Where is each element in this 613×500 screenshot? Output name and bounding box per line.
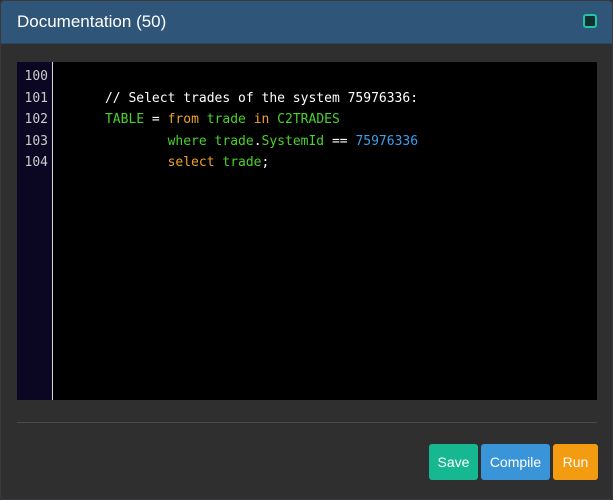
run-button[interactable]: Run bbox=[553, 444, 598, 480]
line-number: 101 bbox=[24, 90, 48, 106]
save-button[interactable]: Save bbox=[429, 444, 478, 480]
code-token: SystemId bbox=[261, 133, 325, 149]
code-token: trade bbox=[214, 155, 262, 170]
line-number-gutter: 100 101 102 103 104 bbox=[17, 62, 53, 400]
footer-divider bbox=[17, 422, 597, 423]
restore-window-icon[interactable] bbox=[583, 14, 597, 28]
dialog-titlebar: Documentation (50) bbox=[1, 1, 612, 44]
code-token: select bbox=[104, 155, 215, 170]
documentation-dialog: Documentation (50) 100 101 102 103 104 /… bbox=[0, 0, 613, 500]
dialog-title: Documentation (50) bbox=[17, 12, 167, 31]
code-editor[interactable]: 100 101 102 103 104 // Select trades of … bbox=[17, 62, 597, 400]
code-token: == bbox=[324, 133, 356, 149]
line-number: 104 bbox=[24, 155, 48, 170]
code-line: select trade; bbox=[58, 131, 270, 196]
code-token: ; bbox=[261, 155, 270, 170]
line-number: 100 bbox=[24, 69, 48, 84]
line-number: 102 bbox=[24, 112, 48, 127]
compile-button[interactable]: Compile bbox=[481, 444, 550, 480]
code-token: 75976336 bbox=[355, 133, 419, 149]
line-number: 103 bbox=[24, 133, 48, 149]
